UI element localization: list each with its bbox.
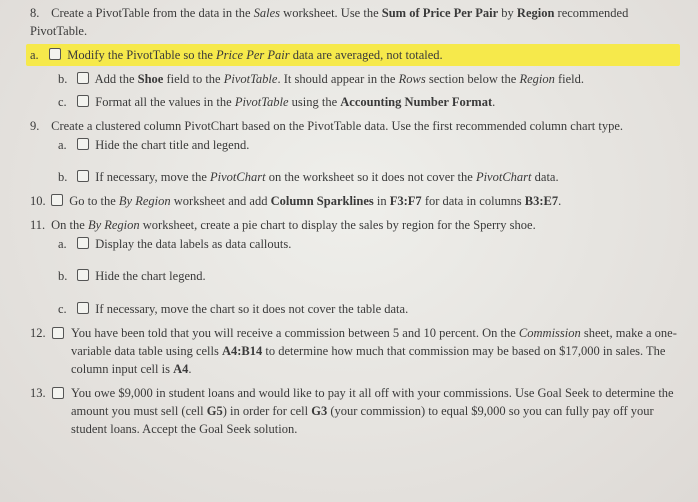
checkbox-icon[interactable] bbox=[52, 327, 64, 339]
checkbox-icon[interactable] bbox=[77, 237, 89, 249]
q11-number: 11. bbox=[30, 216, 48, 234]
q11b-label: b. bbox=[58, 267, 74, 285]
worksheet-instructions: 8. Create a PivotTable from the data in … bbox=[0, 0, 698, 502]
question-11: 11. On the By Region worksheet, create a… bbox=[30, 216, 680, 318]
checkbox-icon[interactable] bbox=[77, 269, 89, 281]
q8a-text: Modify the PivotTable so the Price Per P… bbox=[67, 48, 442, 62]
checkbox-icon[interactable] bbox=[77, 95, 89, 107]
question-9: 9. Create a clustered column PivotChart … bbox=[30, 117, 680, 186]
checkbox-icon[interactable] bbox=[49, 48, 61, 60]
checkbox-icon[interactable] bbox=[77, 138, 89, 150]
q9a-text: Hide the chart title and legend. bbox=[95, 138, 249, 152]
q10-number: 10. bbox=[30, 192, 48, 210]
q11c-label: c. bbox=[58, 300, 74, 318]
q11c-text: If necessary, move the chart so it does … bbox=[95, 302, 408, 316]
q8-number: 8. bbox=[30, 4, 48, 22]
q8a-highlighted: a. Modify the PivotTable so the Price Pe… bbox=[26, 44, 680, 66]
q9-text: Create a clustered column PivotChart bas… bbox=[51, 119, 623, 133]
q8c: c. Format all the values in the PivotTab… bbox=[58, 93, 680, 111]
q10-text: Go to the By Region worksheet and add Co… bbox=[69, 194, 561, 208]
q12-text: You have been told that you will receive… bbox=[71, 324, 680, 378]
q11b: b. Hide the chart legend. bbox=[58, 267, 680, 285]
checkbox-icon[interactable] bbox=[77, 170, 89, 182]
checkbox-icon[interactable] bbox=[52, 387, 64, 399]
q9b-text: If necessary, move the PivotChart on the… bbox=[95, 170, 558, 184]
q9b-label: b. bbox=[58, 168, 74, 186]
q11c: c. If necessary, move the chart so it do… bbox=[58, 300, 680, 318]
checkbox-icon[interactable] bbox=[77, 302, 89, 314]
q8c-label: c. bbox=[58, 93, 74, 111]
q13-number: 13. bbox=[30, 384, 48, 438]
q9-number: 9. bbox=[30, 117, 48, 135]
q11b-text: Hide the chart legend. bbox=[95, 269, 205, 283]
checkbox-icon[interactable] bbox=[77, 72, 89, 84]
q8b-text: Add the Shoe field to the PivotTable. It… bbox=[95, 72, 584, 86]
q8-text: Create a PivotTable from the data in the… bbox=[30, 6, 628, 38]
question-13: 13. You owe $9,000 in student loans and … bbox=[30, 384, 680, 438]
q11-text: On the By Region worksheet, create a pie… bbox=[51, 218, 536, 232]
q9b: b. If necessary, move the PivotChart on … bbox=[58, 168, 680, 186]
q11a: a. Display the data labels as data callo… bbox=[58, 235, 680, 253]
q11a-label: a. bbox=[58, 235, 74, 253]
q11a-text: Display the data labels as data callouts… bbox=[95, 237, 291, 251]
q8a-label: a. bbox=[30, 46, 46, 64]
q8b: b. Add the Shoe field to the PivotTable.… bbox=[58, 70, 680, 88]
question-8: 8. Create a PivotTable from the data in … bbox=[30, 4, 680, 111]
q9a-label: a. bbox=[58, 136, 74, 154]
q8b-label: b. bbox=[58, 70, 74, 88]
q13-text: You owe $9,000 in student loans and woul… bbox=[71, 384, 680, 438]
checkbox-icon[interactable] bbox=[51, 194, 63, 206]
question-10: 10. Go to the By Region worksheet and ad… bbox=[30, 192, 680, 210]
q8c-text: Format all the values in the PivotTable … bbox=[95, 95, 495, 109]
q12-number: 12. bbox=[30, 324, 48, 378]
question-12: 12. You have been told that you will rec… bbox=[30, 324, 680, 378]
q9a: a. Hide the chart title and legend. bbox=[58, 136, 680, 154]
